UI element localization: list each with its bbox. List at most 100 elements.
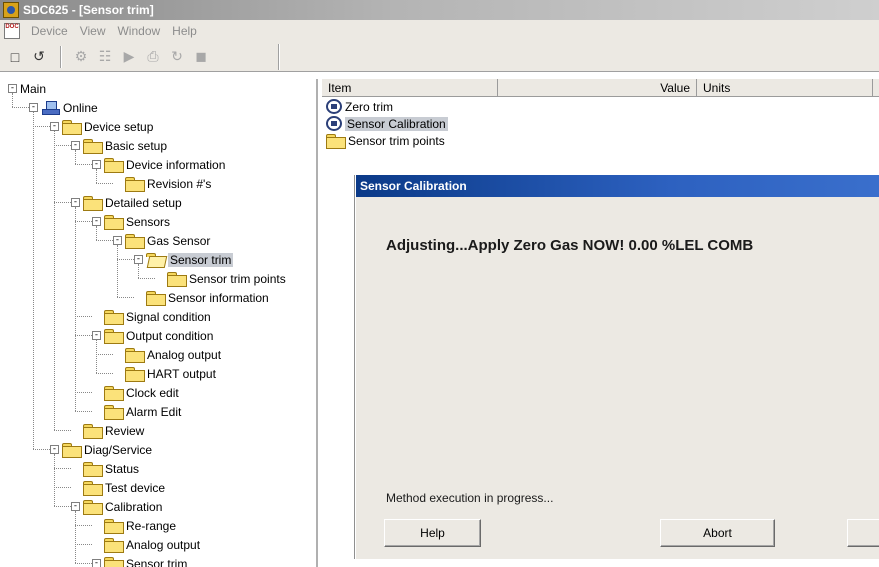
folder-icon <box>83 462 103 477</box>
tree-node[interactable]: - Sensor trim <box>134 250 234 269</box>
document-icon[interactable]: DOC <box>4 23 20 39</box>
folder-icon <box>125 348 145 363</box>
tree-guide-line <box>96 226 97 240</box>
tree-node[interactable]: Alarm Edit <box>92 402 181 421</box>
next-button[interactable] <box>847 519 879 547</box>
tree-node[interactable]: - Sensors <box>92 212 170 231</box>
sensor-calibration-dialog: Sensor Calibration Adjusting...Apply Zer… <box>355 175 879 559</box>
tree-guide-line <box>75 207 76 411</box>
tree-node[interactable]: - Output condition <box>92 326 213 345</box>
tree-node-label: Online <box>63 100 98 115</box>
tree-node[interactable]: Clock edit <box>92 383 179 402</box>
tree-connector-line <box>75 221 92 222</box>
tree-node[interactable]: Review <box>71 421 144 440</box>
column-header-item[interactable]: Item <box>322 79 498 97</box>
collapse-toggle-icon[interactable]: - <box>29 103 38 112</box>
tree-node[interactable]: - Detailed setup <box>71 193 182 212</box>
tree-node[interactable]: Analog output <box>113 345 221 364</box>
collapse-toggle-icon[interactable]: - <box>8 84 17 93</box>
tree-node-label: Sensor trim <box>168 252 234 267</box>
list-item[interactable]: Zero trim <box>326 98 393 115</box>
tree-connector-line <box>75 544 92 545</box>
tree-node[interactable]: Analog output <box>92 535 200 554</box>
menu-help[interactable]: Help <box>166 24 203 38</box>
tree-node[interactable]: Sensor trim points <box>155 269 286 288</box>
tree-node[interactable]: HART output <box>113 364 216 383</box>
folder-icon <box>83 424 103 439</box>
menu-device[interactable]: Device <box>25 24 74 38</box>
tree-node-label: Review <box>105 423 145 438</box>
tree-node[interactable]: - Device setup <box>50 117 153 136</box>
collapse-toggle-icon[interactable]: - <box>92 160 101 169</box>
tree-node[interactable]: - Diag/Service <box>50 440 152 459</box>
collapse-toggle-icon[interactable]: - <box>50 445 59 454</box>
column-header-value[interactable]: Value <box>498 79 697 97</box>
dialog-title[interactable]: Sensor Calibration <box>356 175 879 197</box>
tree-guide-line <box>75 150 76 164</box>
method-icon <box>326 116 342 131</box>
tree-node[interactable]: Revision #'s <box>113 174 211 193</box>
online-icon[interactable]: ↺ <box>28 46 50 68</box>
tree-node-label: Sensors <box>126 214 171 229</box>
tree-connector-line <box>75 335 92 336</box>
refresh-icon[interactable]: ↻ <box>166 46 188 68</box>
tree-node[interactable]: Sensor information <box>134 288 269 307</box>
folder-icon <box>83 500 103 515</box>
collapse-toggle-icon[interactable]: - <box>92 331 101 340</box>
tree-node[interactable]: Re-range <box>92 516 176 535</box>
list-item-label: Sensor trim points <box>348 133 445 148</box>
collapse-toggle-icon[interactable]: - <box>92 559 101 567</box>
folder-icon <box>167 272 187 287</box>
tree-node-label: Calibration <box>105 499 163 514</box>
menu-view[interactable]: View <box>74 24 112 38</box>
tree-node-label: Signal condition <box>126 309 211 324</box>
stop-icon[interactable]: ◼ <box>190 46 212 68</box>
list-item[interactable]: Sensor trim points <box>326 132 445 149</box>
print-icon[interactable]: ⎙ <box>142 46 164 68</box>
tree-guide-line <box>138 264 139 278</box>
device-icon[interactable]: ⚙ <box>70 46 92 68</box>
folder-icon <box>83 196 103 211</box>
collapse-toggle-icon[interactable]: - <box>71 502 80 511</box>
folder-icon <box>104 329 124 344</box>
device-tree[interactable]: - Main - Online - Device setup - Basic setup - De… <box>0 79 318 567</box>
tree-node-label: Alarm Edit <box>126 404 182 419</box>
tree-node[interactable]: - Device information <box>92 155 225 174</box>
collapse-toggle-icon[interactable]: - <box>113 236 122 245</box>
app-icon[interactable] <box>3 2 19 18</box>
column-header-units[interactable]: Units <box>697 79 873 97</box>
collapse-toggle-icon[interactable]: - <box>71 141 80 150</box>
menu-window[interactable]: Window <box>111 24 166 38</box>
tree-node[interactable]: Test device <box>71 478 165 497</box>
folder-icon <box>104 386 124 401</box>
collapse-toggle-icon[interactable]: - <box>50 122 59 131</box>
tree-node-label: Analog output <box>147 347 222 362</box>
tree-connector-line <box>75 316 92 317</box>
folder-icon <box>125 177 145 192</box>
tree-node[interactable]: Signal condition <box>92 307 211 326</box>
help-button[interactable]: Help <box>384 519 481 547</box>
tree-node[interactable]: - Calibration <box>71 497 162 516</box>
tree-node[interactable]: - Main <box>8 79 46 98</box>
tree-connector-line <box>33 449 50 450</box>
list-item[interactable]: Sensor Calibration <box>326 115 448 132</box>
tree-node-label: Status <box>105 461 140 476</box>
tree-node[interactable]: - Sensor trim <box>92 554 187 567</box>
collapse-toggle-icon[interactable]: - <box>92 217 101 226</box>
collapse-toggle-icon[interactable]: - <box>71 198 80 207</box>
abort-button[interactable]: Abort <box>660 519 775 547</box>
tree-node[interactable]: - Online <box>29 98 98 117</box>
tree-node[interactable]: Status <box>71 459 139 478</box>
tree-guide-line <box>96 169 97 183</box>
collapse-toggle-icon[interactable]: - <box>134 255 143 264</box>
multi-device-icon[interactable]: ☷ <box>94 46 116 68</box>
method-run-icon[interactable]: ▶ <box>118 46 140 68</box>
folder-icon <box>146 291 166 306</box>
toolbar: □ ↺ ⚙ ☷ ▶ ⎙ ↻ ◼ <box>0 42 879 72</box>
tree-node[interactable]: - Gas Sensor <box>113 231 210 250</box>
tree-connector-line <box>54 430 71 431</box>
folder-icon <box>125 367 145 382</box>
new-document-icon[interactable]: □ <box>4 46 26 68</box>
tree-node[interactable]: - Basic setup <box>71 136 167 155</box>
tree-node-label: Output condition <box>126 328 214 343</box>
